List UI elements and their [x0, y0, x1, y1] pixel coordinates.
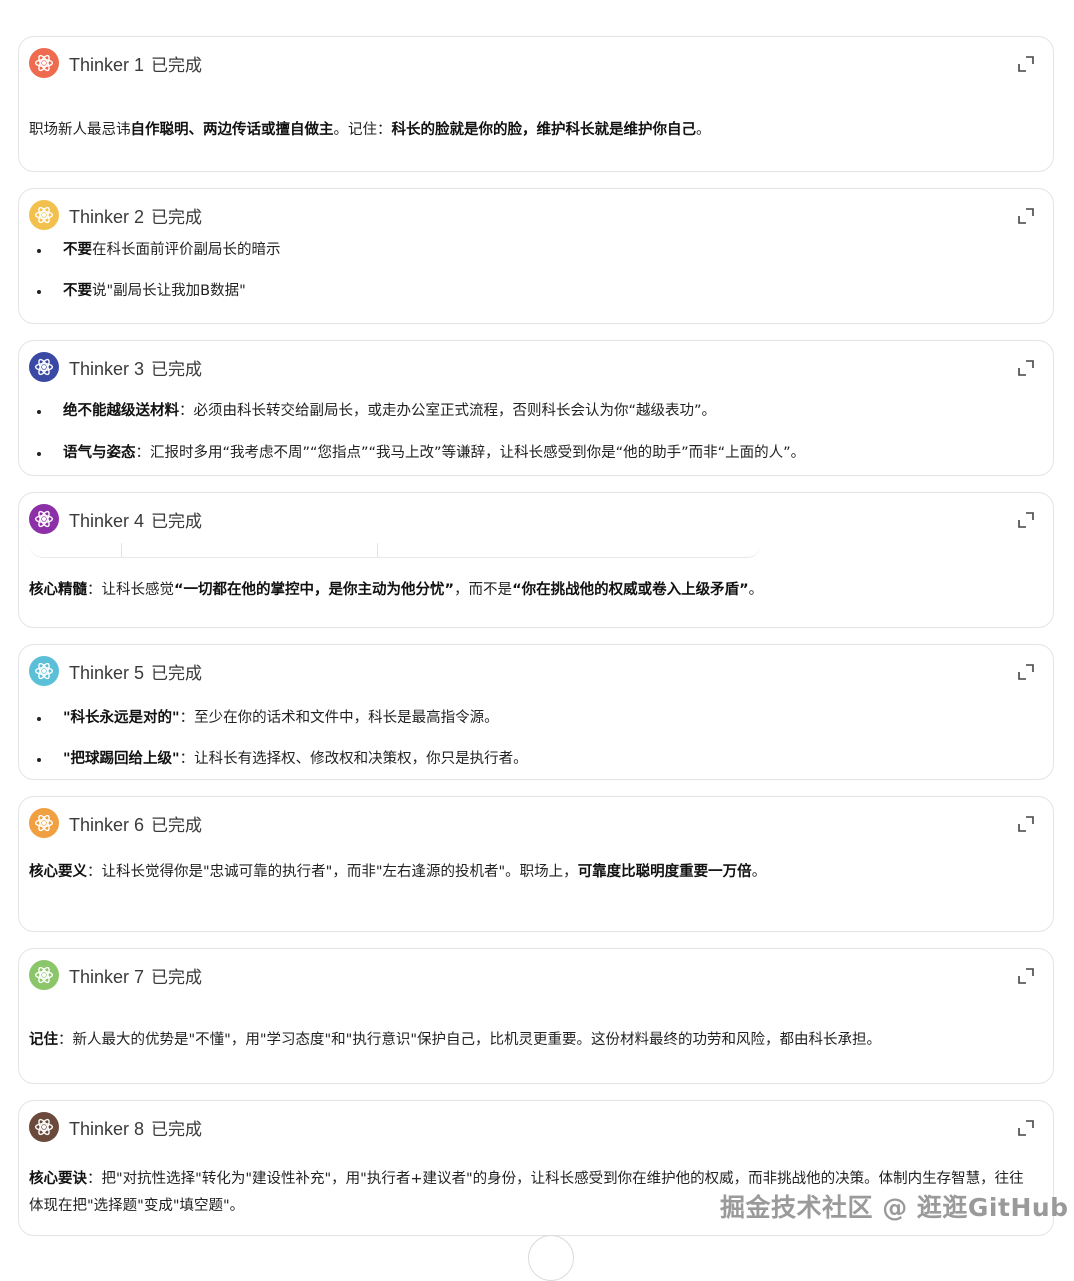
card-content: 职场新人最忌讳自作聪明、两边传话或擅自做主。记住：科长的脸就是你的脸，维护科长就… [29, 122, 711, 138]
thinker-card-2: Thinker 2已完成 不要在科长面前评价副局长的暗示 不要说"副局长让我加B… [18, 188, 1054, 324]
thinker-card-6: Thinker 6 已完成 核心要义：让科长觉得你是"忠诚可靠的执行者"，而非"左… [18, 796, 1054, 932]
list-item: 语气与姿态：汇报时多用“我考虑不周”“您指点”“我马上改”等谦辞，让科长感受到你… [51, 442, 1037, 464]
thinker-card-1: Thinker 1 已完成 职场新人最忌讳自作聪明、两边传话或擅自做主。记住：科长… [18, 36, 1054, 172]
status-text: 已完成 [151, 967, 203, 988]
card-content: 记住：新人最大的优势是"不懂"，用"学习态度"和"执行意识"保护自己，比机灵更重… [29, 1032, 882, 1048]
list-item: 绝不能越级送材料：必须由科长转交给副局长，或走办公室正式流程，否则科长会认为你“… [51, 400, 1037, 422]
card-title: Thinker 7 已完成 [69, 966, 203, 988]
atom-icon [29, 48, 59, 78]
status-text: 已完成 [151, 815, 203, 836]
table-edge [29, 535, 761, 558]
card-title: Thinker 8 已完成 [69, 1118, 203, 1140]
expand-icon[interactable] [1017, 359, 1035, 377]
card-title: Thinker 5 已完成 [69, 662, 203, 684]
atom-icon [29, 960, 59, 990]
status-text: 已完成 [151, 359, 203, 380]
thinker-card-4: Thinker 4 已完成 核心精髓：让科长感觉“一切都在他的掌控中，是你主动为他… [18, 492, 1054, 628]
card-header: Thinker 4 已完成 [29, 503, 202, 535]
expand-icon[interactable] [1017, 511, 1035, 529]
thinker-card-3: Thinker 3已完成 绝不能越级送材料：必须由科长转交给副局长，或走办公室正… [18, 340, 1054, 476]
scroll-down-button[interactable] [528, 1235, 574, 1281]
card-header: Thinker 7 已完成 [29, 959, 202, 991]
expand-icon[interactable] [1017, 55, 1035, 73]
atom-icon [29, 504, 59, 534]
card-header: Thinker 1 已完成 [29, 47, 202, 79]
card-header: Thinker 8 已完成 [29, 1111, 202, 1143]
list-item: "把球踢回给上级"：让科长有选择权、修改权和决策权，你只是执行者。 [51, 748, 1037, 770]
card-title: Thinker 1 已完成 [69, 54, 203, 76]
card-title: Thinker 2 已完成 [69, 206, 203, 228]
atom-icon [29, 656, 59, 686]
card-title: Thinker 4 已完成 [69, 510, 203, 532]
card-header: Thinker 3 已完成 [29, 351, 202, 383]
atom-icon [29, 352, 59, 382]
expand-icon[interactable] [1017, 663, 1035, 681]
list-item: 不要在科长面前评价副局长的暗示 [51, 239, 1037, 261]
status-text: 已完成 [151, 511, 203, 532]
expand-icon[interactable] [1017, 815, 1035, 833]
status-text: 已完成 [151, 663, 203, 684]
card-content: "科长永远是对的"：至少在你的话术和文件中，科长是最高指令源。 "把球踢回给上级… [29, 707, 1037, 770]
expand-icon[interactable] [1017, 1119, 1035, 1137]
card-header: Thinker 2 已完成 [29, 199, 202, 231]
list-item: 不要说"副局长让我加B数据" [51, 280, 1037, 302]
status-text: 已完成 [151, 55, 203, 76]
expand-icon[interactable] [1017, 207, 1035, 225]
card-title: Thinker 6 已完成 [69, 814, 203, 836]
thinker-card-7: Thinker 7 已完成 记住：新人最大的优势是"不懂"，用"学习态度"和"执行… [18, 948, 1054, 1084]
card-title: Thinker 3 已完成 [69, 358, 203, 380]
card-content: 不要在科长面前评价副局长的暗示 不要说"副局长让我加B数据" [29, 239, 1037, 302]
card-content: 绝不能越级送材料：必须由科长转交给副局长，或走办公室正式流程，否则科长会认为你“… [29, 400, 1037, 464]
atom-icon [29, 200, 59, 230]
list-item: "科长永远是对的"：至少在你的话术和文件中，科长是最高指令源。 [51, 707, 1037, 729]
atom-icon [29, 808, 59, 838]
expand-icon[interactable] [1017, 967, 1035, 985]
card-content: 核心精髓：让科长感觉“一切都在他的掌控中，是你主动为他分忧”，而不是“你在挑战他… [29, 582, 764, 598]
status-text: 已完成 [151, 1119, 203, 1140]
card-header: Thinker 6 已完成 [29, 807, 202, 839]
card-header: Thinker 5 已完成 [29, 655, 202, 687]
watermark: 掘金技术社区 @ 逛逛GitHub [720, 1193, 1069, 1222]
card-content: 核心要义：让科长觉得你是"忠诚可靠的执行者"，而非"左右逢源的投机者"。职场上，… [29, 864, 767, 880]
atom-icon [29, 1112, 59, 1142]
thinker-card-5: Thinker 5已完成 "科长永远是对的"：至少在你的话术和文件中，科长是最高… [18, 644, 1054, 780]
status-text: 已完成 [151, 207, 203, 228]
